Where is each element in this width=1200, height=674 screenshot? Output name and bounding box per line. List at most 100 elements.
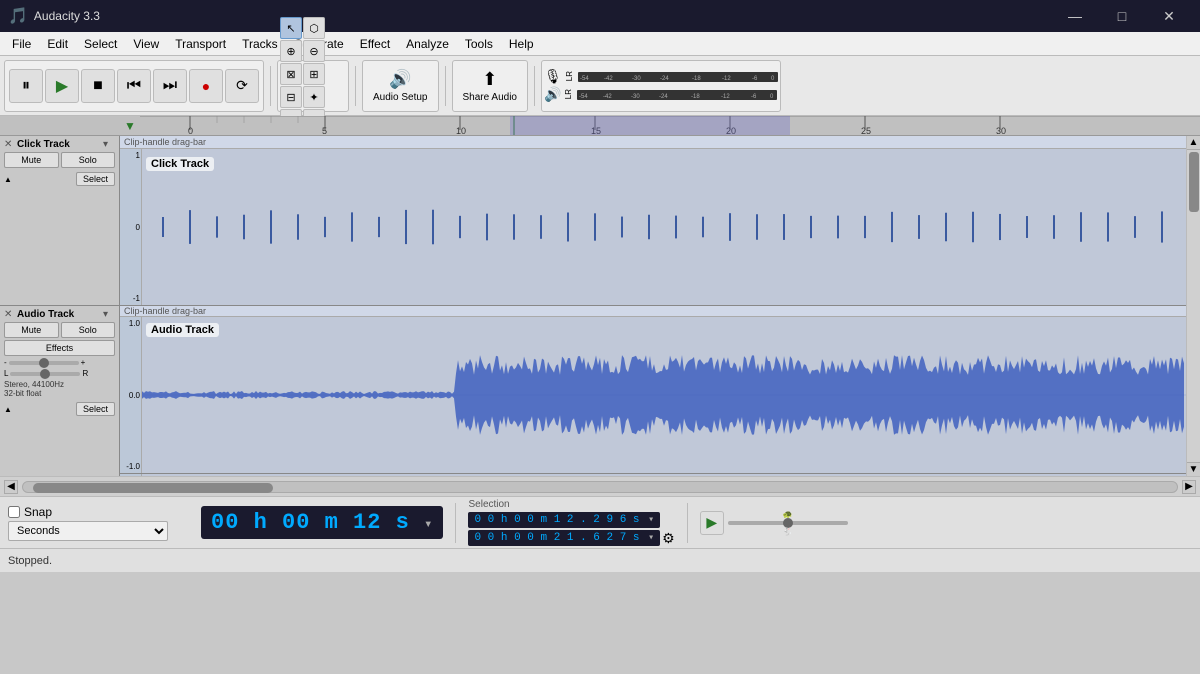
- menu-tracks[interactable]: Tracks: [234, 35, 286, 53]
- audio-waveform-1[interactable]: Audio Track: [142, 317, 1186, 473]
- vscroll-down-btn[interactable]: ▼: [1187, 462, 1200, 476]
- selection-gear-icon[interactable]: ⚙: [662, 530, 675, 547]
- y-1: 1: [121, 151, 140, 160]
- selection-time-1-row: 0 0 h 0 0 m 1 2 . 2 9 6 s ▾: [468, 512, 674, 528]
- play-meter-bar: -54 -42 -30 -24 -18 -12 -6 0: [577, 90, 777, 100]
- svg-text:-18: -18: [691, 94, 700, 100]
- ay1-bot: -1.0: [121, 462, 140, 471]
- click-track-mute[interactable]: Mute: [4, 152, 59, 168]
- menu-analyze[interactable]: Analyze: [398, 35, 457, 53]
- audio-track-mute[interactable]: Mute: [4, 322, 59, 338]
- close-button[interactable]: ✕: [1146, 0, 1192, 32]
- record-meter: 🎙 LR -54 -42 -30 -24 -18 -12: [541, 60, 781, 112]
- click-track-select[interactable]: Select: [76, 172, 115, 186]
- pan-r: R: [82, 369, 88, 378]
- speed-slider-area: 🐢 🐇: [728, 510, 848, 536]
- snap-checkbox[interactable]: [8, 506, 20, 518]
- click-track-solo[interactable]: Solo: [61, 152, 116, 168]
- audio-setup-button[interactable]: 🔊 Audio Setup: [362, 60, 439, 112]
- audio-track-select[interactable]: Select: [76, 402, 115, 416]
- ruler-svg: 0 5 10 15 20 25 30: [140, 116, 1200, 136]
- snap-area: Snap Seconds Minutes hh:mm:ss Samples: [8, 505, 193, 541]
- selection-time-2-row: 0 0 h 0 0 m 2 1 . 6 2 7 s ▾ ⚙: [468, 530, 674, 547]
- click-track-close[interactable]: ✕: [4, 139, 16, 150]
- pan-slider[interactable]: [10, 372, 80, 376]
- menu-transport[interactable]: Transport: [167, 35, 234, 53]
- record-button[interactable]: ●: [189, 69, 223, 103]
- time-display-arrow[interactable]: ▾: [424, 517, 433, 533]
- menu-tools[interactable]: Tools: [457, 35, 501, 53]
- menu-file[interactable]: File: [4, 35, 39, 53]
- zoom-fit-tool[interactable]: ⊠: [280, 63, 302, 85]
- play-button[interactable]: ▶: [45, 69, 79, 103]
- skip-start-button[interactable]: ⏮: [117, 69, 151, 103]
- play-meter-icon[interactable]: 🔊: [544, 86, 561, 103]
- vscroll-track: [1187, 150, 1200, 462]
- audio-track-solo[interactable]: Solo: [61, 322, 116, 338]
- audio-setup-icon: 🔊: [389, 69, 411, 90]
- vscroll-up-btn[interactable]: ▲: [1187, 136, 1200, 150]
- sel-time-2-arrow[interactable]: ▾: [648, 533, 654, 544]
- stop-button[interactable]: ■: [81, 69, 115, 103]
- menu-edit[interactable]: Edit: [39, 35, 76, 53]
- menu-help[interactable]: Help: [501, 35, 542, 53]
- vertical-scrollbar[interactable]: ▲ ▼: [1186, 136, 1200, 476]
- envelope-tool[interactable]: ⬡: [303, 17, 325, 39]
- audio-waveform-2[interactable]: [142, 474, 1186, 476]
- gain-minus: -: [4, 358, 7, 367]
- zoom-toggle-tool[interactable]: ⊟: [280, 86, 302, 108]
- svg-text:25: 25: [861, 126, 871, 136]
- zoom-in-tool[interactable]: ⊕: [280, 40, 302, 62]
- play-speed-btn[interactable]: ▶: [700, 511, 724, 535]
- zoom-sel-tool[interactable]: ⊞: [303, 63, 325, 85]
- h-scrollbar-thumb[interactable]: [33, 483, 273, 493]
- click-waveform-svg: [142, 149, 1186, 305]
- selection-tool[interactable]: ↖: [280, 17, 302, 39]
- hscroll-left-btn[interactable]: ◀: [4, 480, 18, 494]
- click-track-controls: ✕ Click Track ▾ Mute Solo ▲ Select: [0, 136, 120, 305]
- audio-track-clip-bar[interactable]: Clip-handle drag-bar: [120, 306, 1186, 317]
- click-track-mute-solo: Mute Solo: [4, 152, 115, 168]
- loop-button[interactable]: ⟳: [225, 69, 259, 103]
- menu-bar: FileEditSelectViewTransportTracksGenerat…: [0, 32, 1200, 56]
- menu-select[interactable]: Select: [76, 35, 125, 53]
- zoom-out-tool[interactable]: ⊖: [303, 40, 325, 62]
- maximize-button[interactable]: □: [1099, 0, 1145, 32]
- sel-time-2-val: 0 0 h 0 0 m 2 1 . 6 2 7 s: [474, 532, 639, 544]
- status-text: Stopped.: [8, 555, 52, 567]
- audio-track-effects[interactable]: Effects: [4, 340, 115, 356]
- record-meter-bar: -54 -42 -30 -24 -18 -12 -6 0: [578, 72, 778, 82]
- selection-time-2: 0 0 h 0 0 m 2 1 . 6 2 7 s ▾: [468, 530, 660, 546]
- sel-time-1-arrow[interactable]: ▾: [648, 515, 654, 526]
- app-title: Audacity 3.3: [34, 9, 1052, 23]
- svg-text:-12: -12: [721, 94, 730, 100]
- speed-slider[interactable]: [728, 521, 848, 525]
- audio-track-expand[interactable]: ▾: [103, 309, 115, 320]
- click-track-clip-bar[interactable]: Clip-handle drag-bar: [120, 136, 1186, 149]
- sel-time-1-val: 0 0 h 0 0 m 1 2 . 2 9 6 s: [474, 514, 639, 526]
- tools-group: ↖ ⬡ ⊕ ⊖ ⊠ ⊞ ⊟ ✦ ✏ ✂ ←→ ↕: [277, 60, 349, 112]
- gain-slider[interactable]: [9, 361, 79, 365]
- audio-track-close[interactable]: ✕: [4, 309, 16, 320]
- audio-track: ✕ Audio Track ▾ Mute Solo Effects - + L: [0, 306, 1186, 476]
- audio-y-axis-1: 1.0 0.0 -1.0: [120, 317, 142, 473]
- horizontal-scrollbar-area: ◀ ▶: [0, 476, 1200, 496]
- click-track-expand[interactable]: ▾: [103, 139, 115, 150]
- share-audio-button[interactable]: ⬆ Share Audio: [452, 60, 529, 112]
- ruler-content[interactable]: 0 5 10 15 20 25 30: [140, 116, 1200, 136]
- multi-tool[interactable]: ✦: [303, 86, 325, 108]
- pause-button[interactable]: ⏸: [9, 69, 43, 103]
- audio-track-info: Stereo, 44100Hz 32-bit float: [4, 380, 115, 398]
- menu-effect[interactable]: Effect: [352, 35, 398, 53]
- svg-text:-54: -54: [580, 76, 589, 82]
- toolbar-area: ⏸ ▶ ■ ⏮ ⏭ ● ⟳ ↖ ⬡ ⊕ ⊖ ⊠ ⊞ ⊟ ✦ ✏ ✂ ←→ ↕ 🔊…: [0, 56, 1200, 116]
- menu-view[interactable]: View: [125, 35, 167, 53]
- hscroll-right-btn[interactable]: ▶: [1182, 480, 1196, 494]
- skip-end-button[interactable]: ⏭: [153, 69, 187, 103]
- time-format-dropdown[interactable]: Seconds Minutes hh:mm:ss Samples: [8, 521, 168, 541]
- minimize-button[interactable]: —: [1052, 0, 1098, 32]
- play-meter-lr: LR: [565, 89, 573, 99]
- record-meter-icon[interactable]: 🎙: [544, 68, 562, 85]
- vscroll-thumb[interactable]: [1189, 152, 1199, 212]
- click-track-waveform[interactable]: Click Track: [142, 149, 1186, 305]
